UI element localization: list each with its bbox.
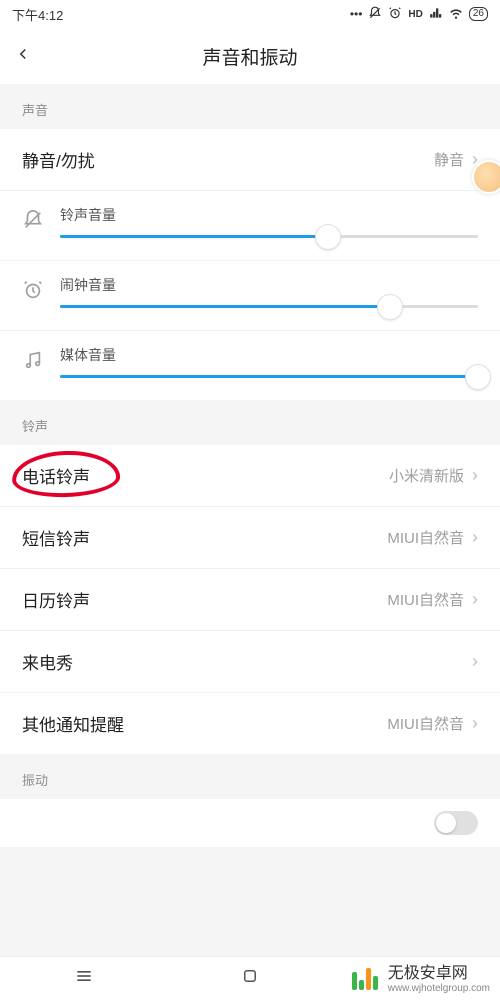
calendar-ringtone-value: MIUI自然音 bbox=[387, 589, 464, 610]
alarm-clock-icon bbox=[22, 279, 46, 306]
row-caller-show[interactable]: 来电秀 › bbox=[0, 631, 500, 693]
silent-value: 静音 bbox=[434, 149, 464, 170]
row-other-notifications[interactable]: 其他通知提醒 MIUI自然音 › bbox=[0, 693, 500, 754]
chevron-right-icon: › bbox=[472, 651, 478, 672]
wifi-icon bbox=[449, 6, 463, 23]
slider-row-ringer: 铃声音量 bbox=[0, 191, 500, 261]
chevron-right-icon: › bbox=[472, 527, 478, 548]
section-header-ringtone: 铃声 bbox=[0, 400, 500, 445]
slider-ringer-label: 铃声音量 bbox=[60, 205, 478, 225]
phone-ringtone-label: 电话铃声 bbox=[22, 463, 90, 488]
row-calendar-ringtone[interactable]: 日历铃声 MIUI自然音 › bbox=[0, 569, 500, 631]
signal-icon: HD bbox=[408, 9, 422, 20]
header-bar: 声音和振动 bbox=[0, 28, 500, 84]
back-button[interactable] bbox=[14, 42, 44, 70]
calendar-ringtone-label: 日历铃声 bbox=[22, 587, 90, 612]
dnd-icon bbox=[368, 6, 382, 23]
floating-sticker-icon bbox=[472, 160, 500, 194]
other-notif-value: MIUI自然音 bbox=[387, 713, 464, 734]
android-nav-bar bbox=[0, 956, 500, 1000]
slider-media-label: 媒体音量 bbox=[60, 345, 478, 365]
status-time: 下午4:12 bbox=[12, 5, 63, 24]
slider-row-media: 媒体音量 bbox=[0, 331, 500, 400]
chevron-right-icon: › bbox=[472, 465, 478, 486]
slider-ringer[interactable] bbox=[60, 235, 478, 238]
slider-alarm[interactable] bbox=[60, 305, 478, 308]
ringer-mute-icon bbox=[22, 209, 46, 236]
silent-label: 静音/勿扰 bbox=[22, 147, 95, 172]
row-vibration-cutoff[interactable]: . bbox=[0, 799, 500, 847]
row-phone-ringtone[interactable]: 电话铃声 小米清新版 › bbox=[0, 445, 500, 507]
battery-indicator: 26 bbox=[469, 7, 488, 21]
toggle-switch[interactable] bbox=[434, 811, 478, 835]
nav-home-button[interactable] bbox=[241, 967, 259, 990]
status-icons: ••• HD 26 bbox=[350, 6, 488, 23]
chevron-right-icon: › bbox=[472, 713, 478, 734]
page-title: 声音和振动 bbox=[0, 43, 500, 70]
slider-alarm-label: 闹钟音量 bbox=[60, 275, 478, 295]
status-bar: 下午4:12 ••• HD 26 bbox=[0, 0, 500, 28]
slider-row-alarm: 闹钟音量 bbox=[0, 261, 500, 331]
other-notif-label: 其他通知提醒 bbox=[22, 711, 124, 736]
phone-ringtone-value: 小米清新版 bbox=[389, 465, 464, 486]
section-header-vibration: 振动 bbox=[0, 754, 500, 799]
dots-icon: ••• bbox=[350, 7, 363, 21]
slider-media[interactable] bbox=[60, 375, 478, 378]
row-sms-ringtone[interactable]: 短信铃声 MIUI自然音 › bbox=[0, 507, 500, 569]
section-header-sound: 声音 bbox=[0, 84, 500, 129]
caller-show-label: 来电秀 bbox=[22, 649, 73, 674]
sms-ringtone-value: MIUI自然音 bbox=[387, 527, 464, 548]
alarm-icon bbox=[388, 6, 402, 23]
music-note-icon bbox=[22, 349, 46, 376]
sms-ringtone-label: 短信铃声 bbox=[22, 525, 90, 550]
row-silent-dnd[interactable]: 静音/勿扰 静音 › bbox=[0, 129, 500, 191]
cellular-icon bbox=[429, 6, 443, 23]
chevron-right-icon: › bbox=[472, 589, 478, 610]
nav-recent-button[interactable] bbox=[74, 966, 94, 991]
